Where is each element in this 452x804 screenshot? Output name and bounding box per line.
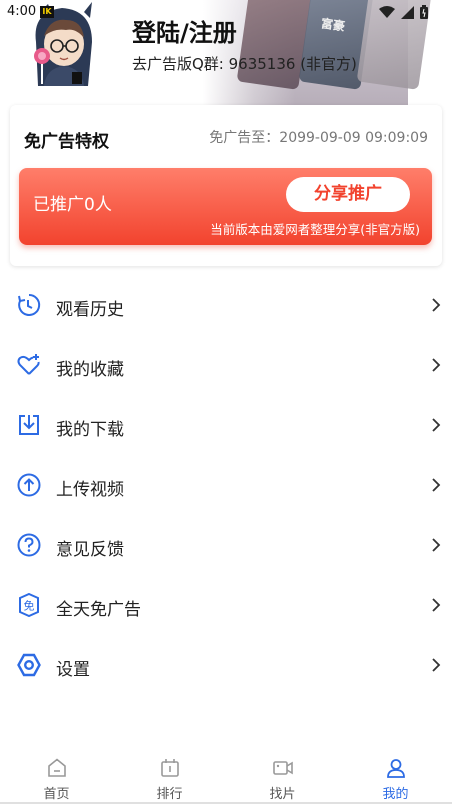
chevron-right-icon [432,418,441,432]
menu-item-downloads[interactable]: 我的下载 [0,396,452,456]
heart-plus-icon [17,354,40,375]
promotion-count: 已推广0人 [33,195,112,215]
menu-label: 我的下载 [56,420,124,440]
menu-item-ad-free[interactable]: 免 全天免广告 [0,576,452,636]
upload-icon [17,473,41,497]
privilege-title: 免广告特权 [24,132,109,152]
chevron-right-icon [432,358,441,372]
settings-icon [17,653,41,677]
menu-label: 上传视频 [56,480,124,500]
ad-free-privilege-card: 免广告特权 免广告至：2099-09-09 09:09:09 已推广0人 分享推… [10,105,442,266]
menu-item-history[interactable]: 观看历史 [0,276,452,336]
menu-list: 观看历史 我的收藏 我的下载 上传视频 意见反馈 免 全天免广告 设置 [0,276,452,696]
chevron-right-icon [432,298,441,312]
home-icon [47,758,66,777]
nav-label: 我的 [382,787,409,802]
menu-label: 观看历史 [56,300,124,320]
privilege-expiry: 免广告至：2099-09-09 09:09:09 [209,130,428,146]
ranking-icon [160,759,179,777]
status-bar: 4:00 IK [0,0,452,24]
profile-header: 富豪 登陆/注册 去广告版Q群: 9635136 (非官方) 4:00 IK [0,0,452,105]
svg-text:免: 免 [24,599,35,613]
chevron-right-icon [432,598,441,612]
question-icon [17,533,41,557]
download-icon [19,415,39,435]
signal-icon [401,5,414,19]
menu-item-feedback[interactable]: 意见反馈 [0,516,452,576]
status-icons [379,5,428,19]
menu-label: 我的收藏 [56,360,124,380]
chevron-right-icon [432,478,441,492]
status-time: 4:00 [7,4,37,19]
menu-label: 意见反馈 [56,540,124,560]
nav-ranking[interactable]: 排行 [113,747,226,804]
video-icon [272,761,293,775]
nav-label: 找片 [269,787,296,802]
promotion-banner: 已推广0人 分享推广 当前版本由爱网者整理分享(非官方版) [19,168,432,245]
nav-home[interactable]: 首页 [0,747,113,804]
notification-badge-icon: IK [40,6,54,18]
menu-item-favorites[interactable]: 我的收藏 [0,336,452,396]
chevron-right-icon [432,658,441,672]
profile-icon [386,759,405,778]
ad-free-icon: 免 [19,593,39,617]
menu-label: 全天免广告 [56,600,141,620]
menu-label: 设置 [56,660,90,680]
bottom-navigation: 首页 排行 找片 我的 [0,747,452,804]
nav-label: 首页 [43,787,70,802]
menu-item-upload[interactable]: 上传视频 [0,456,452,516]
history-icon [18,293,41,316]
chevron-right-icon [432,538,441,552]
version-note: 当前版本由爱网者整理分享(非官方版) [210,222,420,237]
battery-icon [420,5,428,19]
qq-group-text: 去广告版Q群: 9635136 (非官方) [132,55,357,73]
nav-label: 排行 [156,787,183,802]
share-promotion-button[interactable]: 分享推广 [286,177,410,212]
nav-profile[interactable]: 我的 [339,747,452,804]
nav-find-video[interactable]: 找片 [226,747,339,804]
menu-item-settings[interactable]: 设置 [0,636,452,696]
wifi-icon [379,5,395,18]
